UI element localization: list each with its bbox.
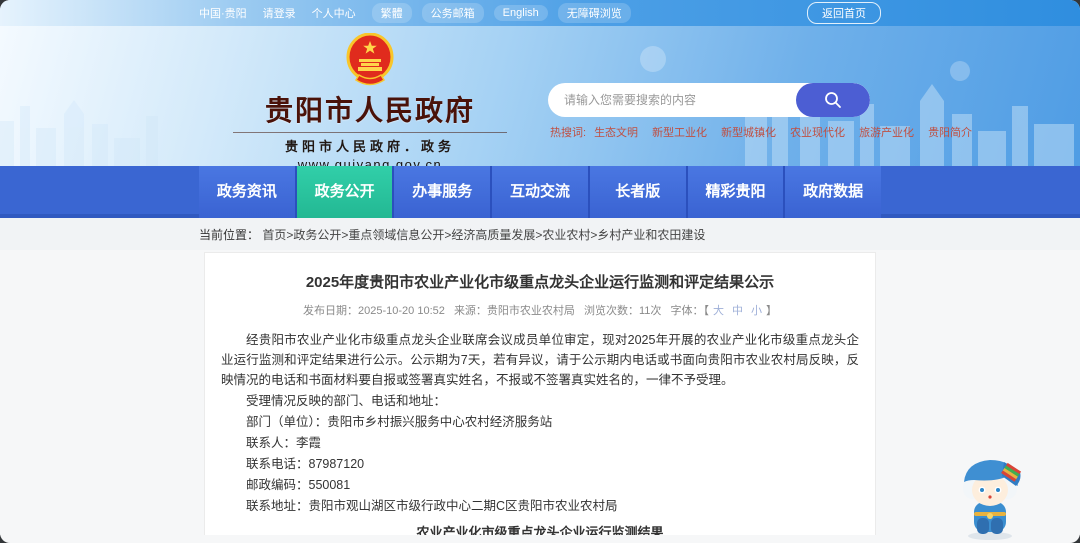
table-caption: 农业产业化市级重点龙头企业运行监测结果 [416, 525, 664, 535]
hot-word-link[interactable]: 生态文明 [594, 124, 638, 140]
contact-info: 部门（单位）：贵阳市乡村振兴服务中心农村经济服务站 联系人：李霞联系电话：8798… [221, 412, 859, 516]
search-input[interactable] [548, 83, 796, 117]
search-bar [548, 83, 870, 117]
hot-word-link[interactable]: 新型城镇化 [721, 124, 776, 140]
back-home-button[interactable]: 返回首页 [807, 2, 881, 24]
bokeh-decor [640, 46, 666, 72]
hot-word-link[interactable]: 新型工业化 [652, 124, 707, 140]
contact-line: 部门（单位）：贵阳市乡村振兴服务中心农村经济服务站 [246, 415, 553, 429]
nav-item-精彩贵阳[interactable]: 精彩贵阳 [687, 166, 784, 218]
article-source: 来源：贵阳市农业农村局 [453, 305, 575, 317]
publish-date: 发布日期：2025-10-20 10:52 [303, 305, 445, 317]
main-navigation: 政务资讯 政务公开 办事服务 互动交流 长者版 精彩贵阳 政府数据 [0, 166, 1080, 218]
font-label: 字体：【 [670, 305, 709, 317]
hot-search-words: 热搜词: 生态文明 新型工业化 新型城镇化 农业现代化 旅游产业化 贵阳简介 [550, 124, 986, 140]
nav-item-长者版[interactable]: 长者版 [589, 166, 686, 218]
top-utility-bar: 中国·贵阳 请登录 个人中心 繁體 公务邮箱 English 无障碍浏览 返回首页 [0, 0, 1080, 26]
nav-item-办事服务[interactable]: 办事服务 [394, 166, 491, 218]
site-subtitle: 贵阳市人民政府．政务 [233, 132, 507, 155]
article-card: 2025年度贵阳市农业产业化市级重点龙头企业运行监测和评定结果公示 发布日期：2… [204, 252, 876, 535]
contact-line: 邮政编码：550081 [246, 478, 351, 492]
font-size-option[interactable]: 大 [713, 305, 724, 317]
breadcrumb-label: 当前位置： [199, 227, 260, 242]
utility-links: 繁體 公务邮箱 English 无障碍浏览 [371, 3, 641, 23]
font-size-control: 字体：【大中小】 [670, 305, 777, 317]
nav-item-政府数据[interactable]: 政府数据 [785, 166, 882, 218]
mascot-assistant-icon[interactable] [950, 450, 1030, 540]
view-count: 浏览次数：11次 [584, 305, 662, 317]
font-size-option[interactable]: 小 [751, 305, 762, 317]
article-paragraph: 经贵阳市农业产业化市级重点龙头企业联席会议成员单位审定，现对2025年开展的农业… [221, 333, 859, 387]
article-paragraph: 受理情况反映的部门、电话和地址： [246, 394, 447, 408]
hot-search-label: 热搜词: [550, 127, 587, 139]
hot-word-list: 生态文明 新型工业化 新型城镇化 农业现代化 旅游产业化 贵阳简介 [594, 124, 986, 140]
national-emblem-icon [346, 33, 394, 86]
site-title: 贵阳市人民政府 [264, 95, 475, 126]
search-icon [825, 92, 841, 108]
breadcrumb: 当前位置： 首页>政务公开>重点领域信息公开>经济高质量发展>农业农村>乡村产业… [199, 226, 881, 243]
article-paragraphs: 经贵阳市农业产业化市级重点龙头企业联席会议成员单位审定，现对2025年开展的农业… [221, 330, 859, 411]
profile-link[interactable]: 个人中心 [312, 5, 356, 21]
contact-line: 联系地址：贵阳市观山湖区市级行政中心二期C区贵阳市农业农村局 [246, 499, 618, 513]
hot-word-link[interactable]: 农业现代化 [790, 124, 845, 140]
breadcrumb-path[interactable]: 首页>政务公开>重点领域信息公开>经济高质量发展>农业农村>乡村产业和农田建设 [262, 228, 705, 242]
utility-link[interactable]: 无障碍浏览 [557, 3, 631, 23]
contact-line: 联系电话：87987120 [246, 457, 365, 471]
search-button[interactable] [796, 83, 870, 117]
hot-word-link[interactable]: 旅游产业化 [859, 124, 914, 140]
utility-link[interactable]: 繁體 [371, 3, 412, 23]
nav-item-政务公开[interactable]: 政务公开 [296, 166, 393, 218]
cityscape-decoration-left [0, 100, 158, 166]
site-banner: 贵阳市人民政府 贵阳市人民政府．政务 www.guiyang.gov.cn 热搜… [0, 26, 1080, 218]
utility-link[interactable]: English [493, 5, 548, 21]
nav-item-政务资讯[interactable]: 政务资讯 [199, 166, 295, 218]
browser-page: 中国·贵阳 请登录 个人中心 繁體 公务邮箱 English 无障碍浏览 返回首页 [0, 0, 1080, 543]
breadcrumb-bar: 当前位置： 首页>政务公开>重点领域信息公开>经济高质量发展>农业农村>乡村产业… [0, 218, 1080, 250]
content-area: 2025年度贵阳市农业产业化市级重点龙头企业运行监测和评定结果公示 发布日期：2… [0, 250, 1080, 535]
region-link[interactable]: 中国·贵阳 [199, 5, 247, 21]
nav-item-互动交流[interactable]: 互动交流 [492, 166, 588, 218]
article-body: 经贵阳市农业产业化市级重点龙头企业联席会议成员单位审定，现对2025年开展的农业… [221, 330, 859, 535]
article-meta: 发布日期：2025-10-20 10:52 来源：贵阳市农业农村局 浏览次数：1… [221, 302, 859, 318]
font-label-end: 】 [765, 305, 777, 317]
font-size-option[interactable]: 中 [732, 305, 743, 317]
contact-line: 联系人：李霞 [246, 436, 322, 450]
font-size-buttons: 大中小 [709, 305, 766, 317]
login-link[interactable]: 请登录 [263, 5, 296, 21]
site-logo[interactable]: 贵阳市人民政府 贵阳市人民政府．政务 www.guiyang.gov.cn [233, 33, 507, 172]
article-title: 2025年度贵阳市农业产业化市级重点龙头企业运行监测和评定结果公示 [305, 274, 775, 291]
hot-word-link[interactable]: 贵阳简介 [928, 124, 972, 140]
utility-link[interactable]: 公务邮箱 [421, 3, 484, 23]
